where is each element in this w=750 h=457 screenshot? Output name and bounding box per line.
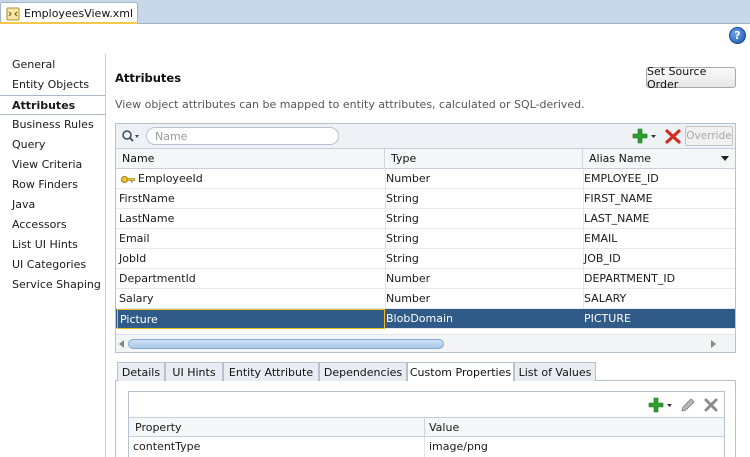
nav-item-business-rules[interactable]: Business Rules	[0, 115, 106, 135]
cell-alias: EMAIL	[584, 232, 618, 245]
cell-type: String	[386, 232, 419, 245]
horizontal-scrollbar[interactable]	[116, 334, 735, 352]
help-icon[interactable]: ?	[729, 27, 746, 44]
cell-type: Number	[386, 292, 431, 305]
cell-alias: PICTURE	[584, 312, 631, 325]
cell-alias: FIRST_NAME	[584, 192, 653, 205]
nav-item-view-criteria[interactable]: View Criteria	[0, 155, 106, 175]
cell-type: String	[386, 192, 419, 205]
cell-type: String	[386, 252, 419, 265]
nav-item-list-ui-hints[interactable]: List UI Hints	[0, 235, 106, 255]
cell-name: FirstName	[119, 192, 175, 205]
search-icon[interactable]	[120, 127, 142, 145]
cell-name: Picture	[117, 309, 385, 329]
tab-list-of-values[interactable]: List of Values	[514, 362, 596, 381]
set-source-order-button[interactable]: Set Source Order	[646, 65, 736, 91]
table-row[interactable]: FirstName String FIRST_NAME	[116, 189, 735, 209]
cell-type: String	[386, 212, 419, 225]
scroll-right-arrow-icon[interactable]	[711, 340, 716, 348]
column-header-alias-name[interactable]: Alias Name	[583, 149, 735, 169]
cell-name: LastName	[119, 212, 175, 225]
cell-alias: DEPARTMENT_ID	[584, 272, 676, 285]
editor-tab-label: EmployeesView.xml	[24, 7, 134, 20]
cell-name: Salary	[119, 292, 154, 305]
custom-properties-panel: Property Value contentType image/png	[115, 381, 736, 457]
scroll-left-arrow-icon[interactable]	[119, 340, 124, 348]
editor-navigation: General Entity Objects Attributes Busine…	[0, 54, 106, 457]
scrollbar-thumb[interactable]	[128, 339, 444, 349]
cell-name: JobId	[119, 252, 147, 265]
cell-alias: LAST_NAME	[584, 212, 650, 225]
search-input[interactable]	[146, 127, 339, 145]
page-description: View object attributes can be mapped to …	[115, 98, 585, 111]
detail-tabs: Details UI Hints Entity Attribute Depend…	[115, 362, 736, 382]
tab-details[interactable]: Details	[117, 362, 165, 381]
custom-properties-header: Property Value	[129, 417, 724, 438]
cell-value: image/png	[429, 440, 488, 453]
table-row[interactable]: JobId String JOB_ID	[116, 249, 735, 269]
cell-type: Number	[386, 172, 431, 185]
active-tab-indicator	[0, 22, 138, 24]
xml-file-icon	[6, 7, 20, 21]
tab-ui-hints[interactable]: UI Hints	[165, 362, 223, 381]
nav-item-query[interactable]: Query	[0, 135, 106, 155]
table-row[interactable]: LastName String LAST_NAME	[116, 209, 735, 229]
nav-item-java[interactable]: Java	[0, 195, 106, 215]
nav-item-attributes[interactable]: Attributes	[0, 95, 106, 115]
table-row[interactable]: DepartmentId Number DEPARTMENT_ID	[116, 269, 735, 289]
tab-entity-attribute[interactable]: Entity Attribute	[223, 362, 319, 381]
cell-name: EmployeeId	[138, 172, 203, 185]
add-property-icon[interactable]	[648, 396, 674, 414]
table-row[interactable]: EmployeeId Number EMPLOYEE_ID	[116, 169, 735, 189]
page-title: Attributes	[115, 71, 182, 85]
cell-alias: EMPLOYEE_ID	[584, 172, 659, 185]
nav-item-row-finders[interactable]: Row Finders	[0, 175, 106, 195]
nav-divider	[105, 54, 106, 457]
column-header-property[interactable]: Property	[131, 418, 425, 438]
column-header-type[interactable]: Type	[385, 149, 583, 169]
cell-type: BlobDomain	[386, 312, 453, 325]
edit-pencil-icon[interactable]	[679, 396, 697, 414]
cell-alias: SALARY	[584, 292, 627, 305]
override-button[interactable]: Override	[685, 126, 733, 146]
cell-property: contentType	[129, 437, 425, 457]
search-box	[120, 127, 339, 145]
key-icon	[121, 174, 135, 183]
column-header-name[interactable]: Name	[116, 149, 385, 169]
cell-type: Number	[386, 272, 431, 285]
tab-dependencies[interactable]: Dependencies	[319, 362, 407, 381]
attributes-table-header: Name Type Alias Name	[116, 149, 735, 169]
cell-name: Email	[119, 232, 150, 245]
table-row[interactable]: contentType image/png	[129, 437, 724, 457]
column-menu-chevron-icon[interactable]	[721, 156, 729, 161]
nav-item-accessors[interactable]: Accessors	[0, 215, 106, 235]
editor-tab-strip: EmployeesView.xml	[0, 0, 750, 24]
nav-item-general[interactable]: General	[0, 55, 106, 75]
tab-custom-properties[interactable]: Custom Properties	[407, 362, 514, 382]
cell-alias: JOB_ID	[584, 252, 621, 265]
cell-name: DepartmentId	[119, 272, 196, 285]
attributes-toolbar: Override	[116, 124, 735, 149]
table-row[interactable]: Salary Number SALARY	[116, 289, 735, 309]
custom-properties-toolbar	[129, 392, 724, 417]
add-attribute-icon[interactable]	[632, 127, 658, 145]
delete-property-icon[interactable]	[702, 396, 720, 414]
custom-properties-table: Property Value contentType image/png	[128, 391, 725, 457]
nav-item-service-shaping[interactable]: Service Shaping	[0, 275, 106, 295]
nav-item-ui-categories[interactable]: UI Categories	[0, 255, 106, 275]
delete-attribute-icon[interactable]	[664, 127, 682, 145]
nav-item-entity-objects[interactable]: Entity Objects	[0, 75, 106, 95]
column-header-value[interactable]: Value	[425, 418, 459, 438]
attributes-panel: Override Name Type Alias Name EmployeeId…	[115, 123, 736, 353]
table-row-selected[interactable]: Picture BlobDomain PICTURE	[116, 309, 735, 329]
editor-tab-employeesview[interactable]: EmployeesView.xml	[0, 2, 138, 24]
table-row[interactable]: Email String EMAIL	[116, 229, 735, 249]
